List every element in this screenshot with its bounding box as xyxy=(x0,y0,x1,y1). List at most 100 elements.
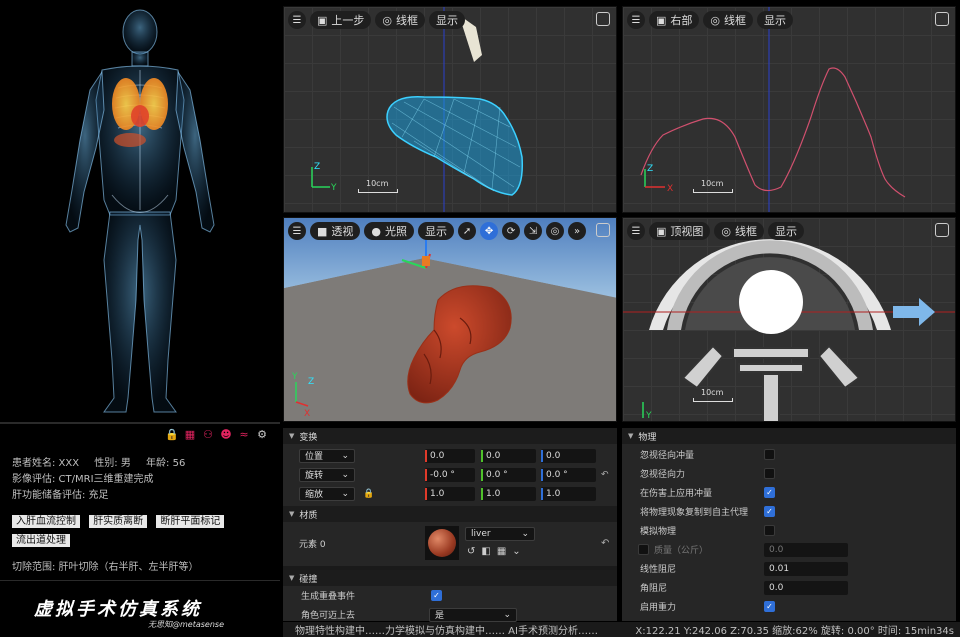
viewport-top-right[interactable]: ☰ ▣ 右部 ◎ 线框 显示 Z X 10cm xyxy=(622,6,956,213)
scale-label: 10cm xyxy=(366,179,389,188)
linear-damping-input[interactable]: 0.01 xyxy=(764,561,848,576)
use-selected-icon[interactable]: ↺ xyxy=(467,546,475,557)
scale-tool-icon[interactable]: ⇲ xyxy=(524,222,543,240)
position-y-input[interactable]: 0.0 xyxy=(481,448,536,463)
maximize-icon[interactable] xyxy=(596,12,610,26)
mass-override-checkbox[interactable] xyxy=(638,544,649,555)
view-button[interactable]: ■ 透视 xyxy=(310,222,361,240)
apply-impulse-checkbox[interactable]: ✓ xyxy=(764,487,775,498)
light-source-circle xyxy=(739,270,803,334)
physics-section-header[interactable]: ▼ 物理 xyxy=(622,428,956,444)
hamburger-menu-icon[interactable]: ☰ xyxy=(627,222,645,240)
angular-damping-input[interactable]: 0.0 xyxy=(764,580,848,595)
collision-section-header[interactable]: ▼ 碰撞 xyxy=(283,570,617,586)
scale-y-input[interactable]: 1.0 xyxy=(481,486,536,501)
chevron-down-icon[interactable]: ⌄ xyxy=(512,546,520,557)
simulate-physics-checkbox[interactable] xyxy=(764,525,775,536)
transform-section-header[interactable]: ▼ 变换 xyxy=(283,428,617,444)
hamburger-menu-icon[interactable]: ☰ xyxy=(627,11,645,29)
anatomy-body-view[interactable] xyxy=(0,0,280,422)
hospital-icon[interactable]: ▦ xyxy=(183,427,197,441)
direction-arrow xyxy=(893,298,935,326)
rotation-label: 旋转 xyxy=(305,471,324,481)
viewport-toolbar: ☰ ■ 透视 ● 光照 显示 ➚ ✥ ⟳ ⇲ ◎ » xyxy=(288,221,616,241)
viewport-toolbar: ☰ ▣ 上一步 ◎ 线框 显示 xyxy=(288,10,466,30)
checker-icon[interactable]: ▦ xyxy=(497,546,506,557)
lock-icon[interactable]: 🔒 xyxy=(165,427,179,441)
position-z-input[interactable]: 0.0 xyxy=(541,448,596,463)
rotation-x-input[interactable]: -0.0 ° xyxy=(425,467,475,482)
select-cursor-icon[interactable]: ➚ xyxy=(458,222,477,240)
simulate-physics-row: 模拟物理 xyxy=(622,521,956,540)
ignore-radial-impulse-checkbox[interactable] xyxy=(764,449,775,460)
world-space-icon[interactable]: ◎ xyxy=(546,222,565,240)
maximize-icon[interactable] xyxy=(935,223,949,237)
maximize-icon[interactable] xyxy=(935,12,949,26)
left-separator xyxy=(0,422,280,424)
material-section-header[interactable]: ▼ 材质 xyxy=(283,506,617,522)
surgeon-icon[interactable]: ⚇ xyxy=(201,427,215,441)
user-icon[interactable]: ☻ xyxy=(219,427,233,441)
display-button[interactable]: 显示 xyxy=(429,11,466,29)
rotation-dropdown[interactable]: 旋转 ⌄ xyxy=(299,467,355,482)
viewport-bottom-left[interactable]: Z Y X ☰ ■ 透视 ● 光照 显示 ➚ ✥ ⟳ ⇲ ◎ » xyxy=(283,217,617,422)
view-label: 上一步 xyxy=(331,14,365,27)
material-dropdown[interactable]: liver ⌄ xyxy=(465,527,535,541)
perspective-scene: Z Y X xyxy=(284,218,616,421)
display-button[interactable]: 显示 xyxy=(757,11,794,29)
ignore-radial-force-checkbox[interactable] xyxy=(764,468,775,479)
sphere-icon: ● xyxy=(371,224,382,238)
reset-arrow-icon[interactable]: ↶ xyxy=(601,538,609,549)
liver-function-assessment: 肝功能储备评估: 充足 xyxy=(12,490,109,501)
scale-label: 10cm xyxy=(701,388,724,397)
render-mode-button[interactable]: ◎ 线框 xyxy=(703,11,754,29)
render-mode-button[interactable]: ◎ 线框 xyxy=(714,222,765,240)
outflow-handling-button[interactable]: 流出道处理 xyxy=(12,534,70,547)
generate-overlap-checkbox[interactable]: ✓ xyxy=(431,590,442,601)
angular-damping-label: 角阻尼 xyxy=(640,584,668,594)
render-mode-button[interactable]: ◎ 线框 xyxy=(375,11,426,29)
cut-range-text: 切除范围: 肝叶切除（右半肝、左半肝等） xyxy=(12,562,199,573)
rotation-z-input[interactable]: 0.0 ° xyxy=(541,467,596,482)
scale-x-input[interactable]: 1.0 xyxy=(425,486,475,501)
more-options-icon[interactable]: » xyxy=(568,222,587,240)
lighting-button[interactable]: ● 光照 xyxy=(364,222,415,240)
chevron-down-icon: ⌄ xyxy=(341,450,349,461)
hamburger-menu-icon[interactable]: ☰ xyxy=(288,222,306,240)
inflow-control-button[interactable]: 入肝血流控制 xyxy=(12,515,80,528)
mass-input[interactable]: 0.0 xyxy=(764,542,848,557)
gear-icon[interactable]: ⚙ xyxy=(255,427,269,441)
material-thumbnail[interactable] xyxy=(425,526,459,560)
generate-overlap-label: 生成重叠事件 xyxy=(301,592,356,602)
scale-z-input[interactable]: 1.0 xyxy=(541,486,596,501)
move-tool-icon[interactable]: ✥ xyxy=(480,222,499,240)
render-mode-label: 线框 xyxy=(396,14,419,27)
can-step-up-dropdown[interactable]: 是 ⌄ xyxy=(429,607,517,622)
replicate-physics-checkbox[interactable]: ✓ xyxy=(764,506,775,517)
rotation-y-input[interactable]: 0.0 ° xyxy=(481,467,536,482)
view-button[interactable]: ▣ 顶视图 xyxy=(649,222,711,240)
parenchyma-transection-button[interactable]: 肝实质离断 xyxy=(89,515,148,528)
display-button[interactable]: 显示 xyxy=(768,222,805,240)
lock-icon[interactable]: 🔒 xyxy=(363,489,374,499)
viewport-bottom-right[interactable]: Y ☰ ▣ 顶视图 ◎ 线框 显示 10cm xyxy=(622,217,956,422)
material-actions: ↺ ◧ ▦ ⌄ xyxy=(467,546,521,557)
browse-icon[interactable]: ◧ xyxy=(481,546,490,557)
reset-arrow-icon[interactable]: ↶ xyxy=(601,470,609,480)
position-dropdown[interactable]: 位置 ⌄ xyxy=(299,448,355,463)
ignore-radial-impulse-label: 忽视径向冲量 xyxy=(640,451,695,461)
plane-marking-button[interactable]: 断肝平面标记 xyxy=(156,515,225,528)
display-button[interactable]: 显示 xyxy=(418,222,455,240)
view-button[interactable]: ▣ 上一步 xyxy=(310,11,372,29)
scale-dropdown[interactable]: 缩放 ⌄ xyxy=(299,486,355,501)
details-panel-right: ▼ 物理 忽视径向冲量 忽视径向力 在伤害上应用冲量 ✓ 将物理现象复制到自主代… xyxy=(622,428,956,621)
angular-damping-row: 角阻尼 0.0 xyxy=(622,578,956,597)
rotate-tool-icon[interactable]: ⟳ xyxy=(502,222,521,240)
hamburger-menu-icon[interactable]: ☰ xyxy=(288,11,306,29)
position-x-input[interactable]: 0.0 xyxy=(425,448,475,463)
view-button[interactable]: ▣ 右部 xyxy=(649,11,700,29)
enable-gravity-checkbox[interactable]: ✓ xyxy=(764,601,775,612)
maximize-icon[interactable] xyxy=(596,223,610,237)
wifi-icon[interactable]: ≈ xyxy=(237,427,251,441)
viewport-top-left[interactable]: ☰ ▣ 上一步 ◎ 线框 显示 Z Y 10cm xyxy=(283,6,617,213)
